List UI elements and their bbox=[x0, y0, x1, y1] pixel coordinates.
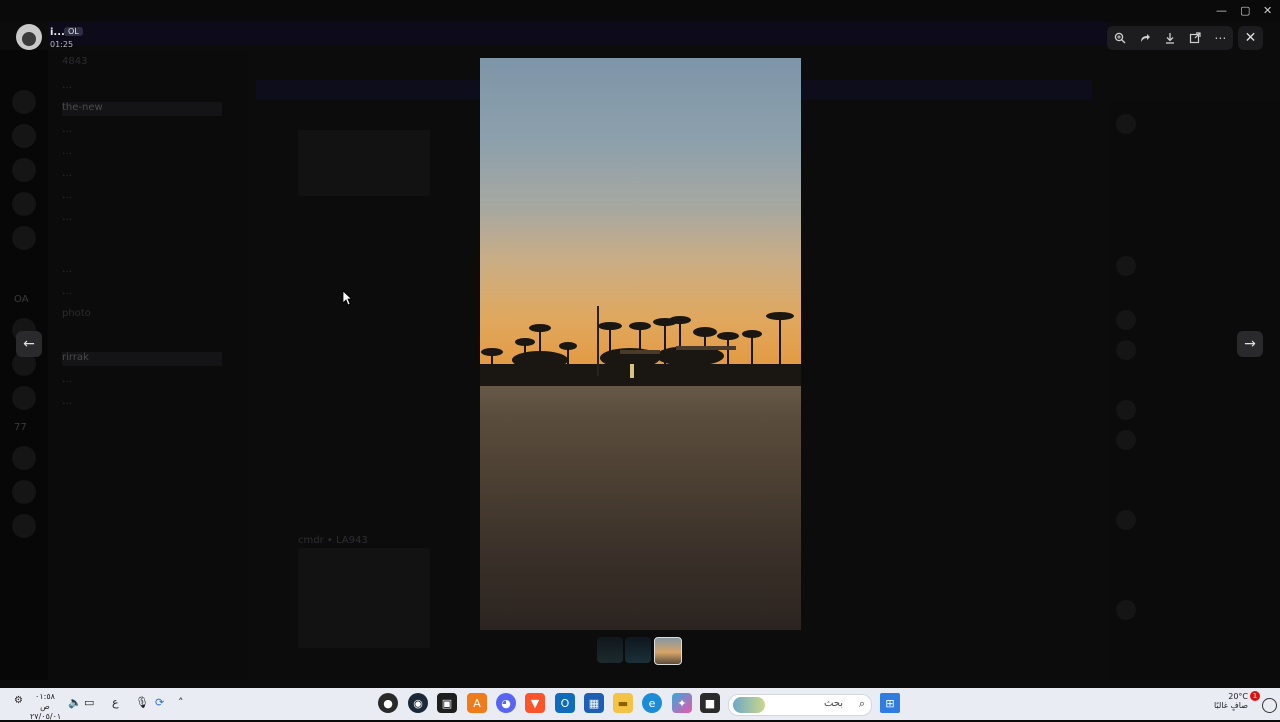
avatar bbox=[1116, 430, 1136, 450]
channel-item: … bbox=[62, 264, 72, 275]
mouse-cursor-icon bbox=[342, 290, 352, 306]
avatar bbox=[1116, 400, 1136, 420]
message-timestamp: 01:25 bbox=[50, 40, 74, 49]
sender-name[interactable]: i... bbox=[50, 27, 65, 38]
search-highlight-icon bbox=[733, 697, 765, 713]
server-icon bbox=[12, 386, 36, 410]
start-menu-icon[interactable]: ⊞ bbox=[880, 693, 900, 713]
taskbar: ⚙ ٠١:٥٨ ص ٢٧/٠٥/٠١ 🔈 ▭ ع 🎙 ⟳ ˄ ● ◉ ▣ A ◕… bbox=[0, 688, 1280, 722]
avatar bbox=[1116, 256, 1136, 276]
chat-attachment bbox=[298, 130, 430, 196]
terminal-icon[interactable]: ▣ bbox=[437, 693, 457, 713]
channel-item: … bbox=[62, 190, 72, 201]
notification-center-icon[interactable] bbox=[1262, 698, 1277, 713]
clock[interactable]: ٠١:٥٨ ص ٢٧/٠٥/٠١ bbox=[30, 692, 62, 722]
title-bar bbox=[0, 0, 1280, 22]
search-input[interactable]: بحث ⌕ bbox=[728, 694, 872, 716]
language-indicator[interactable]: ع bbox=[112, 696, 119, 709]
channel-item: photo bbox=[62, 308, 91, 319]
channel-list: 4843 … the-new … … … … … … … photo rirra… bbox=[48, 50, 248, 680]
notice-banner bbox=[48, 22, 1108, 46]
weather-widget[interactable]: 20°C صافٍ غالبًا bbox=[1210, 692, 1248, 710]
server-icon bbox=[12, 480, 36, 504]
server-name: 4843 bbox=[62, 56, 88, 67]
chat-attachment bbox=[298, 548, 430, 648]
maximize-icon[interactable]: ▢ bbox=[1240, 4, 1250, 17]
avatar bbox=[1116, 310, 1136, 330]
sync-icon[interactable]: ⟳ bbox=[155, 696, 164, 709]
chat-author: cmdr • LA943 bbox=[298, 535, 368, 546]
close-viewer-button[interactable]: ✕ bbox=[1238, 26, 1263, 50]
avatar bbox=[1116, 510, 1136, 530]
channel-item: … bbox=[62, 168, 72, 179]
thumbnail-video-2[interactable] bbox=[625, 637, 651, 663]
member-list bbox=[1108, 100, 1280, 680]
open-in-browser-icon[interactable] bbox=[1185, 28, 1205, 48]
weather-desc: صافٍ غالبًا bbox=[1214, 701, 1248, 710]
channel-item: rirrak bbox=[62, 352, 222, 366]
server-icon bbox=[12, 446, 36, 470]
server-icon bbox=[12, 514, 36, 538]
edge-icon[interactable]: e bbox=[642, 693, 662, 713]
channel-item: … bbox=[62, 124, 72, 135]
action-center-icon[interactable]: ⚙ bbox=[14, 695, 23, 706]
avatar bbox=[1116, 114, 1136, 134]
thumbnail-sunset-photo[interactable] bbox=[654, 637, 682, 665]
discord-icon[interactable]: ◕ bbox=[496, 693, 516, 713]
minimize-icon[interactable]: — bbox=[1216, 4, 1227, 17]
photo-sand bbox=[480, 378, 801, 630]
media-toolbar: ⋯ bbox=[1107, 26, 1233, 50]
app-icon[interactable]: ● bbox=[378, 693, 398, 713]
server-label: 77 bbox=[14, 422, 27, 433]
brave-icon[interactable]: ▼ bbox=[525, 693, 545, 713]
server-icon bbox=[12, 192, 36, 216]
weather-temp: 20°C bbox=[1228, 692, 1248, 701]
channel-item: … bbox=[62, 374, 72, 385]
clock-time: ٠١:٥٨ ص bbox=[35, 692, 55, 711]
channel-item: … bbox=[62, 212, 72, 223]
server-icon bbox=[12, 124, 36, 148]
server-icon bbox=[12, 226, 36, 250]
microphone-icon[interactable]: 🎙 bbox=[135, 696, 149, 709]
app-a-icon[interactable]: A bbox=[467, 693, 487, 713]
copilot-icon[interactable]: ✦ bbox=[672, 693, 692, 713]
avatar bbox=[1116, 340, 1136, 360]
sender-tag-badge: OL bbox=[64, 27, 83, 36]
thumbnail-video-1[interactable] bbox=[597, 637, 623, 663]
app-window-icon[interactable]: ■ bbox=[700, 693, 720, 713]
window-close-icon[interactable]: ✕ bbox=[1263, 4, 1272, 17]
server-icon bbox=[12, 90, 36, 114]
forward-icon[interactable] bbox=[1135, 28, 1155, 48]
avatar bbox=[1116, 600, 1136, 620]
store-icon[interactable]: ▦ bbox=[584, 693, 604, 713]
outlook-icon[interactable]: O bbox=[555, 693, 575, 713]
zoom-in-icon[interactable] bbox=[1110, 28, 1130, 48]
server-label: OA bbox=[14, 294, 29, 305]
channel-item: … bbox=[62, 146, 72, 157]
channel-item: … bbox=[62, 396, 72, 407]
network-icon[interactable]: ▭ bbox=[84, 696, 94, 709]
search-placeholder: بحث bbox=[823, 698, 843, 709]
previous-arrow-icon[interactable]: ← bbox=[16, 331, 42, 357]
palm-silhouettes bbox=[480, 306, 801, 386]
next-arrow-icon[interactable]: → bbox=[1237, 331, 1263, 357]
clock-date: ٢٧/٠٥/٠١ bbox=[30, 712, 62, 721]
avatar[interactable] bbox=[16, 24, 42, 50]
channel-item: … bbox=[62, 80, 72, 91]
chevron-up-icon[interactable]: ˄ bbox=[178, 696, 184, 709]
download-icon[interactable] bbox=[1160, 28, 1180, 48]
channel-item: the-new bbox=[62, 102, 222, 116]
more-options-icon[interactable]: ⋯ bbox=[1210, 28, 1230, 48]
notification-badge: 1 bbox=[1250, 691, 1260, 701]
volume-icon[interactable]: 🔈 bbox=[68, 696, 82, 709]
search-icon: ⌕ bbox=[858, 697, 865, 710]
server-rail: OA 77 bbox=[0, 50, 48, 680]
media-image[interactable] bbox=[480, 58, 801, 630]
steam-icon[interactable]: ◉ bbox=[408, 693, 428, 713]
server-icon bbox=[12, 158, 36, 182]
file-explorer-icon[interactable]: ▬ bbox=[613, 693, 633, 713]
channel-item: … bbox=[62, 286, 72, 297]
